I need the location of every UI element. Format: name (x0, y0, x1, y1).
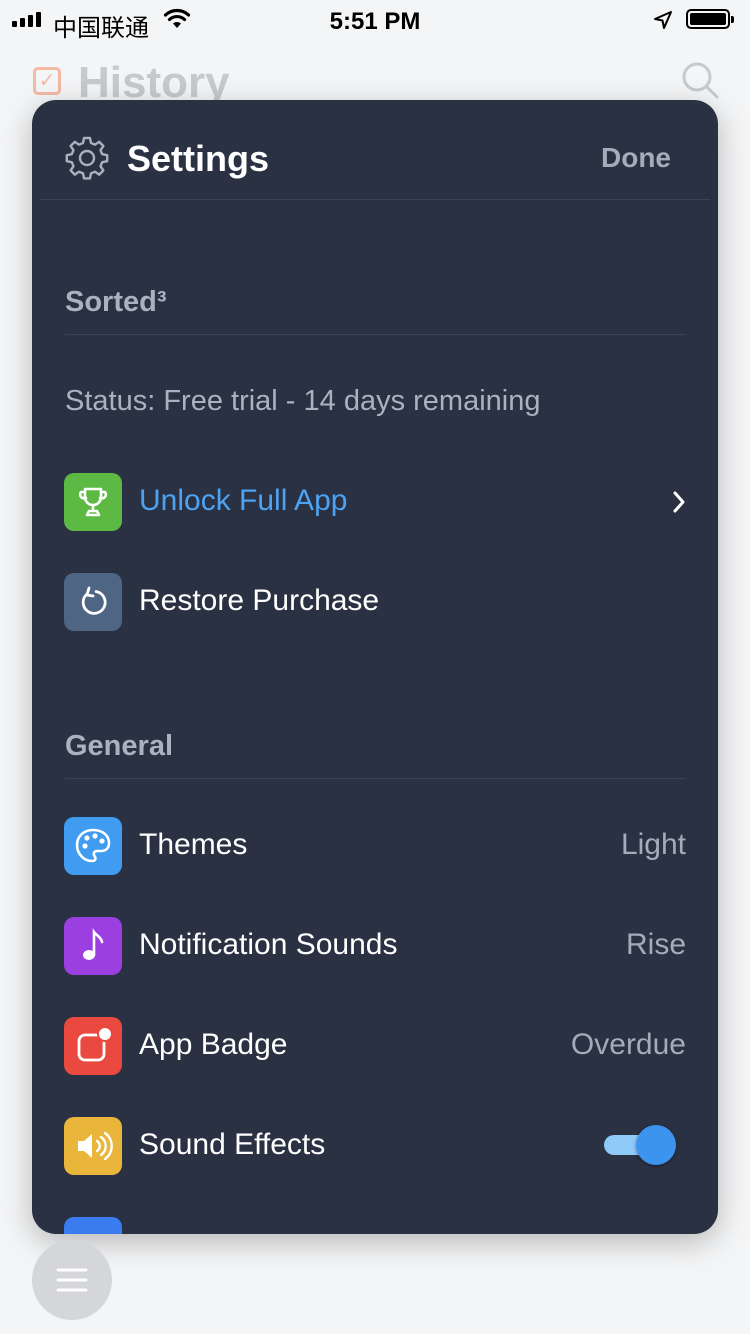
status-bar: 中国联通 5:51 PM (0, 0, 750, 42)
settings-title: Settings (127, 138, 270, 179)
notification-sounds-row[interactable]: Notification Sounds Rise (32, 917, 718, 975)
menu-button[interactable] (32, 1240, 112, 1320)
music-note-icon (64, 917, 122, 975)
section-divider (65, 334, 686, 335)
sound-effects-toggle[interactable] (604, 1125, 676, 1165)
status-time: 5:51 PM (329, 8, 421, 35)
themes-value: Light (620, 828, 686, 861)
sound-effects-row: Sound Effects (32, 1117, 718, 1175)
app-badge-label: App Badge (139, 1028, 288, 1061)
restore-purchase-row[interactable]: Restore Purchase (32, 573, 718, 631)
battery-icon (686, 9, 734, 29)
hamburger-menu-icon (56, 1268, 88, 1292)
notification-sounds-value: Rise (625, 928, 686, 961)
themes-row[interactable]: Themes Light (32, 817, 718, 875)
next-setting-row-partial[interactable] (32, 1217, 718, 1234)
unlock-full-app-row[interactable]: Unlock Full App (32, 473, 718, 531)
location-arrow-icon (652, 9, 674, 36)
app-badge-row[interactable]: App Badge Overdue (32, 1017, 718, 1075)
chevron-right-icon (672, 490, 686, 519)
settings-header: Settings Done (32, 100, 718, 200)
restore-purchase-label: Restore Purchase (139, 584, 380, 617)
themes-label: Themes (139, 828, 248, 861)
trophy-icon (64, 473, 122, 531)
notification-sounds-label: Notification Sounds (139, 928, 398, 961)
history-check-icon: ✓ (33, 67, 61, 95)
toggle-knob (636, 1125, 676, 1165)
section-divider (65, 778, 686, 779)
trial-status-text: Status: Free trial - 14 days remaining (65, 385, 541, 417)
badge-icon (64, 1017, 122, 1075)
sound-effects-label: Sound Effects (139, 1128, 326, 1161)
unlock-full-app-label: Unlock Full App (139, 484, 348, 517)
settings-panel: Settings Done Sorted³ Status: Free trial… (32, 100, 718, 1234)
restore-arrow-icon (64, 573, 122, 631)
header-divider (40, 199, 710, 200)
palette-icon (64, 817, 122, 875)
gear-icon (64, 135, 110, 186)
section-title-general: General (65, 730, 173, 762)
search-icon[interactable] (680, 60, 720, 105)
app-badge-value: Overdue (570, 1028, 686, 1061)
speaker-icon (64, 1117, 122, 1175)
setting-icon (64, 1217, 122, 1234)
done-button[interactable]: Done (601, 142, 671, 174)
section-title-sorted: Sorted³ (65, 286, 167, 318)
